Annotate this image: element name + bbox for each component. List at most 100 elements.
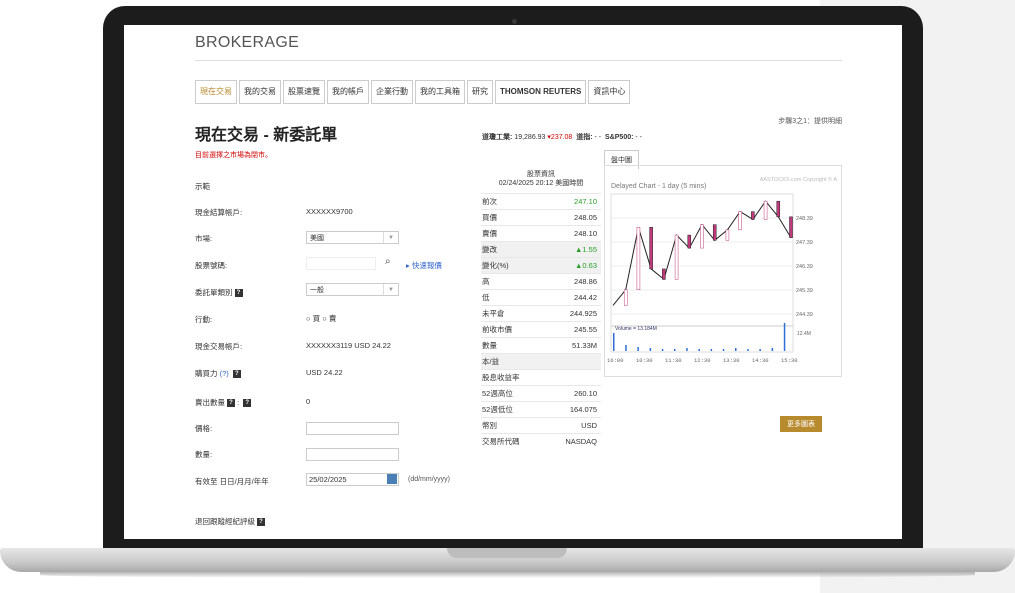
order-type-select[interactable]: 一般 ▼ [306, 283, 399, 296]
help-icon[interactable]: ? [243, 399, 252, 408]
trading-account-value: XXXXXX3119 USD 24.22 [306, 341, 391, 350]
stock-code-label: 股票號碼: [195, 261, 228, 270]
brand-title: BROKERAGE [195, 34, 300, 51]
tab-stock-overview[interactable]: 股票速覽 [283, 80, 325, 104]
stock-info-header: 股票資訊 02/24/2025 20:12 美國時間 [481, 170, 601, 188]
buy-radio[interactable]: ○ 買 [306, 314, 320, 323]
table-row: 變改 ▲1.55 [481, 241, 601, 258]
stock-info-title: 股票資訊 [527, 171, 555, 178]
volume-bar [649, 348, 652, 351]
table-row: 低 244.42 [481, 289, 601, 306]
main-nav-tabs: 現在交易 我的交易 股票速覽 我的帳戶 企業行動 我的工具箱 研究 THOMSO… [195, 80, 632, 104]
stock-code-input[interactable] [306, 257, 376, 270]
demo-label: 示範 [195, 182, 210, 191]
calendar-icon[interactable] [387, 474, 397, 484]
buying-power-help-link[interactable]: (?) [220, 369, 229, 378]
table-row: 本/益 [481, 353, 601, 370]
tab-trade-now[interactable]: 現在交易 [195, 80, 237, 104]
volume-bar [637, 347, 639, 351]
buying-power-value: USD 24.22 [306, 368, 343, 377]
candle [763, 200, 768, 220]
help-icon[interactable]: ? [234, 289, 243, 298]
candle [636, 227, 641, 290]
candle [789, 216, 793, 238]
volume-bar [735, 348, 737, 351]
quick-quote-link[interactable]: ▸ 快速報價 [406, 260, 442, 271]
sell-radio[interactable]: ○ 賣 [322, 314, 336, 323]
more-charts-button[interactable]: 更多圖表 [780, 416, 822, 432]
table-row: 52週低位 164.075 [481, 401, 601, 418]
y-tick-label: 247.39 [796, 240, 813, 246]
x-tick-label: 16:00 [607, 357, 624, 364]
dow-change: ▾237.08 [547, 134, 573, 141]
trading-account-label: 現金交易帳戶: [195, 342, 243, 351]
nasdaq-label: 道指: [576, 134, 593, 141]
candle [674, 234, 679, 280]
action-label: 行動: [195, 315, 213, 324]
sp500-label: S&P500: [605, 134, 634, 141]
settlement-account-value: XXXXXX9700 [306, 207, 353, 216]
y-tick-label: 245.39 [796, 288, 813, 294]
order-type-label: 委託單類別? [195, 287, 243, 298]
stock-info-table: 前次 247.10 買價 248.05 賣價 248.10 變改 ▲1.55 變化(%)… [481, 193, 601, 449]
valid-until-input[interactable]: 25/02/2025 [306, 473, 399, 486]
chevron-down-icon: ▼ [383, 284, 398, 295]
help-icon[interactable]: ? [232, 370, 241, 379]
y-tick-label: 244.39 [796, 312, 813, 318]
market-select[interactable]: 美國 ▼ [306, 231, 399, 244]
volume-axis-label: 12.4M [797, 331, 811, 337]
quantity-input[interactable] [306, 448, 399, 461]
index-ticker: 道瓊工業: 19,286.93 ▾237.08 道指: - - S&P500: … [482, 132, 642, 142]
search-icon[interactable]: ⌕ [385, 256, 391, 267]
tab-corporate-actions[interactable]: 企業行動 [371, 80, 413, 104]
market-closed-warning: 目前選擇之市場為閉市。 [195, 152, 272, 159]
x-tick-label: 13:30 [723, 357, 740, 364]
table-row: 股息收益率 [481, 369, 601, 386]
table-row: 未平倉 244.925 [481, 305, 601, 322]
table-row: 高 248.86 [481, 273, 601, 290]
candle [649, 227, 653, 270]
help-icon[interactable]: ? [227, 399, 235, 408]
candle [712, 224, 717, 241]
chevron-down-icon: ▼ [383, 232, 398, 243]
volume-bar [613, 333, 615, 351]
tab-research[interactable]: 研究 [467, 80, 493, 104]
browser-screen: BROKERAGE 現在交易 我的交易 股票速覽 我的帳戶 企業行動 我的工具箱… [124, 25, 902, 539]
volume-bar [625, 345, 627, 351]
candle [776, 200, 781, 218]
date-format-hint: (dd/mm/yyyy) [408, 476, 450, 483]
action-radio-group: ○ 買 ○ 賣 [306, 313, 336, 324]
candle [725, 229, 730, 241]
price-input[interactable] [306, 422, 399, 435]
camera-icon [512, 19, 517, 24]
sell-qty-label: 賣出數量? : ? [195, 397, 252, 408]
help-icon[interactable]: ? [257, 518, 265, 527]
candle [623, 289, 628, 306]
chart-copyright: AASTOCKS.com Copyright © A [760, 176, 838, 183]
settlement-account-label: 現金結算帳戶: [195, 208, 243, 217]
volume-bar [759, 349, 761, 351]
tab-my-account[interactable]: 我的帳戶 [327, 80, 369, 104]
nasdaq-value: - - [594, 134, 602, 141]
table-row: 變化(%) ▲0.63 [481, 257, 601, 274]
broker-rating-label: 退回跟蹤經紀評級? [195, 516, 265, 527]
y-tick-label: 248.39 [796, 216, 813, 222]
table-row: 交易所代碼 NASDAQ [481, 433, 601, 450]
tab-my-toolbox[interactable]: 我的工具箱 [415, 80, 465, 104]
candle [687, 234, 692, 249]
divider [195, 60, 842, 61]
volume-bar [661, 349, 664, 351]
step-indicator: 步驟3之1：提供明細 [778, 118, 842, 125]
tab-info-center[interactable]: 資訊中心 [588, 80, 631, 104]
valid-until-value: 25/02/2025 [309, 475, 347, 484]
volume-label: Volume = 13.184M [615, 326, 657, 332]
sp500-value: - - [635, 134, 642, 141]
candle [751, 211, 755, 220]
table-row: 數量 51.33M [481, 337, 601, 354]
price-label: 價格: [195, 424, 213, 433]
market-select-value: 美國 [310, 235, 324, 242]
volume-bar [722, 349, 725, 351]
volume-bar [686, 348, 688, 351]
tab-my-trades[interactable]: 我的交易 [239, 80, 281, 104]
tab-thomson-reuters[interactable]: THOMSON REUTERS [495, 80, 587, 104]
